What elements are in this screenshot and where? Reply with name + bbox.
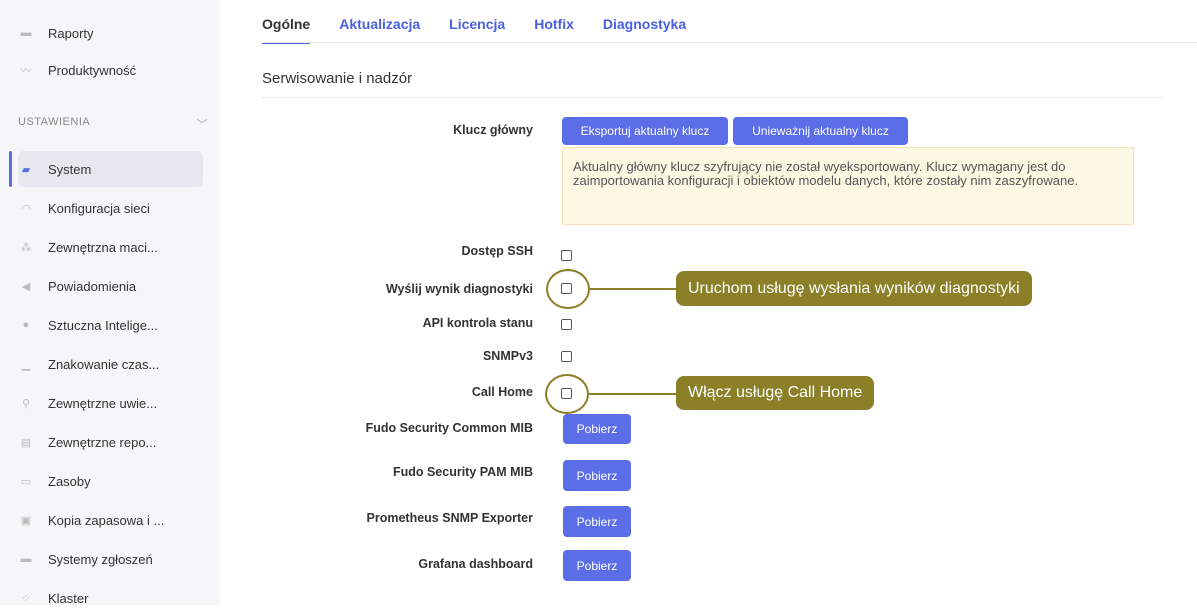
invalidate-key-button[interactable]: Unieważnij aktualny klucz (733, 117, 908, 145)
brain-icon: ● (22, 319, 30, 331)
megaphone-icon: ◀ (21, 280, 31, 293)
tab-diagnostics[interactable]: Diagnostyka (603, 16, 686, 44)
storage-icon: ▤ (20, 436, 32, 449)
call-home-callout: Włącz usługę Call Home (676, 376, 875, 410)
common-mib-label: Fudo Security Common MIB (365, 421, 533, 435)
master-key-notice: Aktualny główny klucz szyfrujący nie zos… (562, 147, 1134, 225)
master-key-label: Klucz główny (453, 123, 533, 137)
api-health-checkbox[interactable] (561, 319, 572, 330)
ssh-checkbox[interactable] (561, 250, 572, 261)
ticket-icon: ▬ (20, 553, 32, 565)
sidebar-item-timestamp[interactable]: ▁ Znakowanie czas... (18, 346, 208, 382)
chart-icon: 〰 (20, 65, 32, 77)
sidebar-item-label: Systemy zgłoszeń (48, 551, 153, 567)
call-home-callout-line (589, 393, 679, 395)
tab-license[interactable]: Licencja (449, 16, 505, 44)
image-icon: ▭ (20, 475, 32, 488)
sidebar-item-notifications[interactable]: ◀ Powiadomienia (18, 268, 208, 304)
tab-update[interactable]: Aktualizacja (339, 16, 420, 44)
diagnostics-label: Wyślij wynik diagnostyki (385, 282, 533, 296)
sidebar-item-label: Produktywność (48, 62, 137, 78)
sidebar-item-system[interactable]: ▰ System (18, 151, 203, 187)
sidebar-item-label: Powiadomienia (48, 278, 137, 294)
sidebar-item-label: Zewnętrzne uwie... (48, 395, 158, 411)
sidebar-item-resources[interactable]: ▭ Zasoby (18, 463, 208, 499)
chevron-down-icon: ﹀ (196, 119, 208, 131)
sidebar-item-label: Kopia zapasowa i ... (48, 512, 165, 528)
diagnostics-callout-line (590, 288, 678, 290)
sidebar-item-label: Konfiguracja sieci (48, 200, 150, 216)
cluster-icon: ⁘ (21, 592, 31, 605)
diagnostics-callout: Uruchom usługę wysłania wyników diagnost… (676, 271, 1032, 306)
stamp-icon: ▁ (21, 358, 31, 371)
snmpv3-label: SNMPv3 (482, 349, 533, 363)
download-grafana-button[interactable]: Pobierz (563, 550, 631, 581)
tab-divider (262, 42, 1197, 43)
folder-icon: ▰ (21, 163, 31, 176)
sidebar-item-label: Sztuczna Intelige... (48, 317, 158, 333)
download-prometheus-button[interactable]: Pobierz (563, 506, 631, 537)
sidebar-item-label: Znakowanie czas... (48, 356, 160, 372)
sidebar: ▬ Raporty 〰 Produktywność USTAWIENIA ﹀ ▰… (0, 0, 220, 606)
call-home-highlight-ring (545, 374, 589, 414)
sidebar-item-label: Zewnętrzne repo... (48, 434, 157, 450)
sidebar-item-label: System (48, 161, 92, 177)
sidebar-item-label: Zasoby (48, 473, 91, 489)
tab-general[interactable]: Ogólne (262, 16, 311, 44)
prometheus-label: Prometheus SNMP Exporter (366, 511, 533, 525)
sidebar-item-external-repo[interactable]: ▤ Zewnętrzne repo... (18, 424, 208, 460)
diagnostics-highlight-ring (546, 269, 590, 309)
ssh-label: Dostęp SSH (461, 244, 533, 258)
export-key-button[interactable]: Eksportuj aktualny klucz (562, 117, 728, 145)
printer-icon: ▬ (20, 27, 32, 39)
sidebar-section-header[interactable]: USTAWIENIA ﹀ (18, 116, 208, 132)
backup-icon: ▣ (20, 514, 32, 527)
hierarchy-icon: ⁂ (20, 241, 32, 254)
download-pam-mib-button[interactable]: Pobierz (563, 460, 631, 491)
grafana-label: Grafana dashboard (418, 557, 533, 571)
sidebar-item-backup[interactable]: ▣ Kopia zapasowa i ... (18, 502, 208, 538)
sidebar-item-external-matrix[interactable]: ⁂ Zewnętrzna maci... (18, 229, 208, 265)
sidebar-item-raporty[interactable]: ▬ Raporty (18, 15, 208, 51)
snmpv3-checkbox[interactable] (561, 351, 572, 362)
sidebar-item-network[interactable]: ◠ Konfiguracja sieci (18, 190, 208, 226)
tab-hotfix[interactable]: Hotfix (534, 16, 574, 44)
active-indicator (9, 151, 12, 187)
network-icon: ◠ (21, 202, 31, 215)
sidebar-item-produktywnosc[interactable]: 〰 Produktywność (18, 52, 208, 88)
sidebar-item-label: Zewnętrzna maci... (48, 239, 158, 255)
api-health-label: API kontrola stanu (422, 316, 533, 330)
section-divider (262, 97, 1162, 98)
sidebar-item-label: Raporty (48, 25, 94, 41)
tab-bar: Ogólne Aktualizacja Licencja Hotfix Diag… (262, 16, 715, 44)
sidebar-item-cluster[interactable]: ⁘ Klaster (18, 580, 208, 616)
sidebar-item-external-auth[interactable]: ⚲ Zewnętrzne uwie... (18, 385, 208, 421)
sidebar-item-ai[interactable]: ● Sztuczna Intelige... (18, 307, 208, 343)
call-home-label: Call Home (471, 385, 533, 399)
key-icon: ⚲ (21, 397, 31, 410)
section-title: Serwisowanie i nadzór (262, 70, 413, 87)
sidebar-item-label: Klaster (48, 590, 89, 606)
pam-mib-label: Fudo Security PAM MIB (392, 465, 533, 479)
sidebar-item-tickets[interactable]: ▬ Systemy zgłoszeń (18, 541, 208, 577)
download-common-mib-button[interactable]: Pobierz (563, 414, 631, 444)
section-header-label: USTAWIENIA (18, 116, 91, 128)
